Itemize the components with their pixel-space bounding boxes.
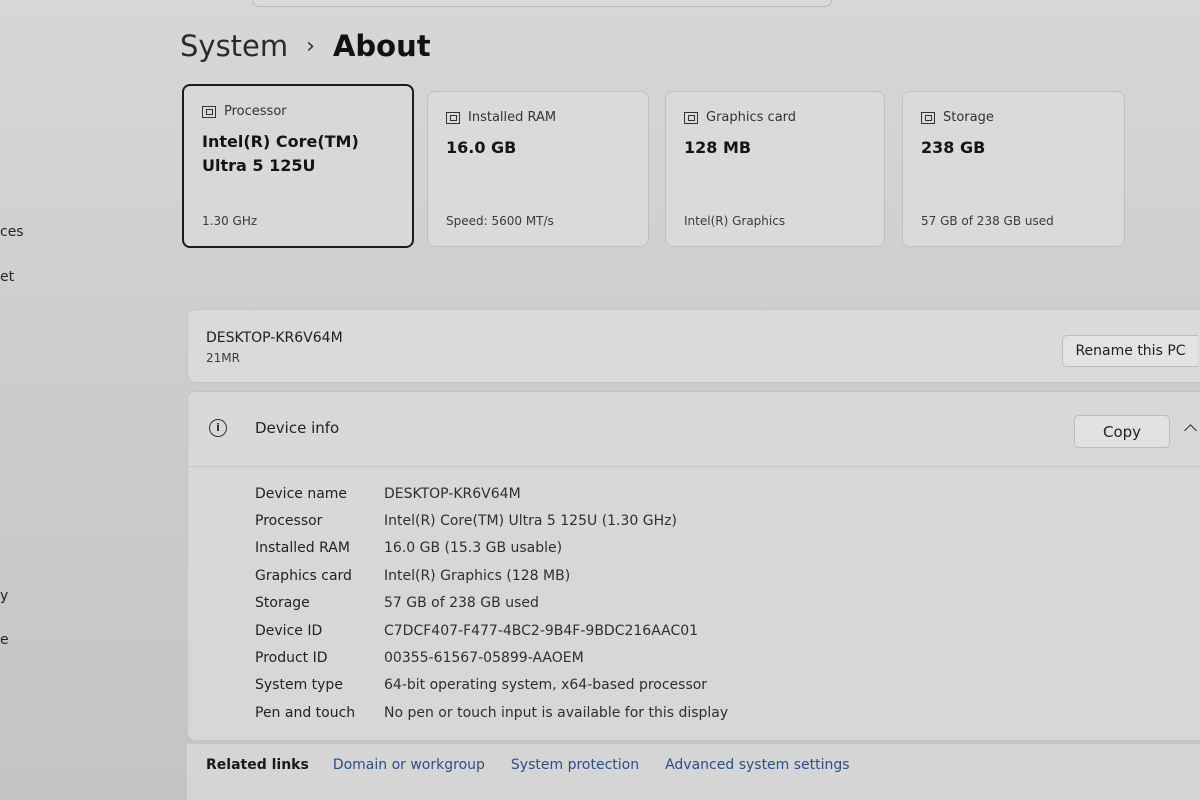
nav-fragment-3[interactable]: y: [0, 588, 8, 604]
processor-icon: [202, 105, 216, 118]
table-row: System type 64-bit operating system, x64…: [255, 672, 728, 699]
installed-ram-card[interactable]: Installed RAM 16.0 GB Speed: 5600 MT/s: [427, 91, 649, 247]
graphics-card-icon: [684, 111, 698, 124]
domain-or-workgroup-link[interactable]: Domain or workgroup: [333, 757, 485, 773]
processor-card[interactable]: Processor Intel(R) Core(TM) Ultra 5 125U…: [182, 84, 414, 248]
spec-label-device-name: Device name: [255, 485, 348, 502]
device-info-title: Device info: [255, 419, 340, 437]
spec-value-installed-ram: 16.0 GB (15.3 GB usable): [384, 540, 563, 557]
page-title: About: [332, 29, 431, 63]
left-navigation-fragment: ces et y e: [0, 0, 26, 800]
graphics-card-card-label: Graphics card: [706, 110, 797, 125]
graphics-card-card[interactable]: Graphics card 128 MB Intel(R) Graphics: [665, 91, 885, 247]
ram-icon: [446, 111, 460, 124]
table-row: Device name DESKTOP-KR6V64M: [255, 480, 728, 507]
graphics-card-card-header: Graphics card: [684, 110, 796, 125]
rename-pc-button[interactable]: Rename this PC: [1062, 335, 1198, 367]
table-row: Device ID C7DCF407-F477-4BC2-9B4F-9BDC21…: [255, 617, 728, 644]
table-row: Storage 57 GB of 238 GB used: [255, 590, 728, 617]
spec-label-system-type: System type: [255, 677, 343, 694]
spec-label-storage: Storage: [255, 595, 310, 612]
breadcrumb-separator-icon: ›: [306, 33, 315, 59]
processor-card-value: Intel(R) Core(TM) Ultra 5 125U: [202, 130, 359, 178]
processor-card-value-line-2: Ultra 5 125U: [202, 156, 316, 175]
installed-ram-card-value: 16.0 GB: [446, 136, 516, 160]
installed-ram-card-header: Installed RAM: [446, 110, 556, 125]
spec-label-device-id: Device ID: [255, 622, 323, 639]
storage-card-value-line-1: 238 GB: [921, 138, 986, 157]
settings-window: ces et y e System › About Processor Inte…: [0, 0, 1200, 800]
storage-icon: [921, 111, 935, 124]
graphics-card-card-value-line-1: 128 MB: [684, 138, 752, 157]
processor-card-subtext: 1.30 GHz: [202, 214, 258, 228]
system-protection-link[interactable]: System protection: [511, 757, 639, 773]
processor-card-value-line-1: Intel(R) Core(TM): [202, 132, 359, 151]
pc-name-panel: DESKTOP-KR6V64M 21MR Rename this PC: [187, 309, 1200, 383]
nav-fragment-4[interactable]: e: [0, 632, 9, 648]
spec-value-processor: Intel(R) Core(TM) Ultra 5 125U (1.30 GHz…: [384, 513, 677, 530]
spec-value-device-name: DESKTOP-KR6V64M: [384, 485, 521, 502]
graphics-card-card-value: 128 MB: [684, 136, 751, 160]
table-row: Graphics card Intel(R) Graphics (128 MB): [255, 562, 728, 589]
related-links: Related links Domain or workgroup System…: [206, 755, 876, 775]
installed-ram-card-value-line-1: 16.0 GB: [446, 138, 517, 157]
installed-ram-card-subtext: Speed: 5600 MT/s: [446, 214, 554, 228]
nav-fragment-1[interactable]: ces: [0, 224, 24, 240]
top-panel-edge: [252, 0, 832, 7]
storage-card[interactable]: Storage 238 GB 57 GB of 238 GB used: [902, 91, 1125, 247]
installed-ram-card-label: Installed RAM: [468, 110, 557, 125]
info-icon: i: [209, 419, 227, 437]
spec-label-pen-and-touch: Pen and touch: [255, 704, 356, 721]
spec-value-device-id: C7DCF407-F477-4BC2-9B4F-9BDC216AAC01: [384, 622, 699, 639]
storage-card-value: 238 GB: [921, 136, 985, 160]
device-specs-list: Device name DESKTOP-KR6V64M Processor In…: [255, 480, 728, 727]
copy-button[interactable]: Copy: [1074, 415, 1170, 448]
device-info-header[interactable]: i Device info Copy: [188, 392, 1200, 467]
storage-card-subtext: 57 GB of 238 GB used: [921, 214, 1054, 228]
processor-card-header: Processor: [202, 104, 287, 119]
nav-fragment-2[interactable]: et: [0, 269, 14, 285]
table-row: Product ID 00355-61567-05899-AAOEM: [255, 644, 728, 671]
table-row: Processor Intel(R) Core(TM) Ultra 5 125U…: [255, 507, 728, 534]
spec-value-system-type: 64-bit operating system, x64-based proce…: [384, 677, 708, 694]
graphics-card-card-subtext: Intel(R) Graphics: [684, 214, 786, 228]
spec-label-processor: Processor: [255, 513, 323, 530]
spec-label-product-id: Product ID: [255, 650, 328, 667]
chevron-up-icon[interactable]: [1184, 424, 1197, 437]
table-row: Pen and touch No pen or touch input is a…: [255, 699, 728, 726]
table-row: Installed RAM 16.0 GB (15.3 GB usable): [255, 535, 728, 562]
related-links-title: Related links: [206, 757, 309, 773]
pc-model: 21MR: [206, 351, 240, 365]
advanced-system-settings-link[interactable]: Advanced system settings: [665, 757, 850, 773]
breadcrumb: System › About: [180, 24, 431, 68]
device-info-panel: i Device info Copy Device name DESKTOP-K…: [187, 391, 1200, 741]
pc-name: DESKTOP-KR6V64M: [206, 330, 343, 346]
spec-label-installed-ram: Installed RAM: [255, 540, 350, 557]
spec-value-product-id: 00355-61567-05899-AAOEM: [384, 650, 584, 667]
spec-value-storage: 57 GB of 238 GB used: [384, 595, 539, 612]
spec-label-graphics-card: Graphics card: [255, 567, 352, 584]
storage-card-label: Storage: [943, 110, 994, 125]
spec-value-graphics-card: Intel(R) Graphics (128 MB): [384, 567, 571, 584]
spec-value-pen-and-touch: No pen or touch input is available for t…: [384, 704, 729, 721]
storage-card-header: Storage: [921, 110, 994, 125]
processor-card-label: Processor: [224, 104, 287, 119]
breadcrumb-parent[interactable]: System: [180, 29, 288, 63]
